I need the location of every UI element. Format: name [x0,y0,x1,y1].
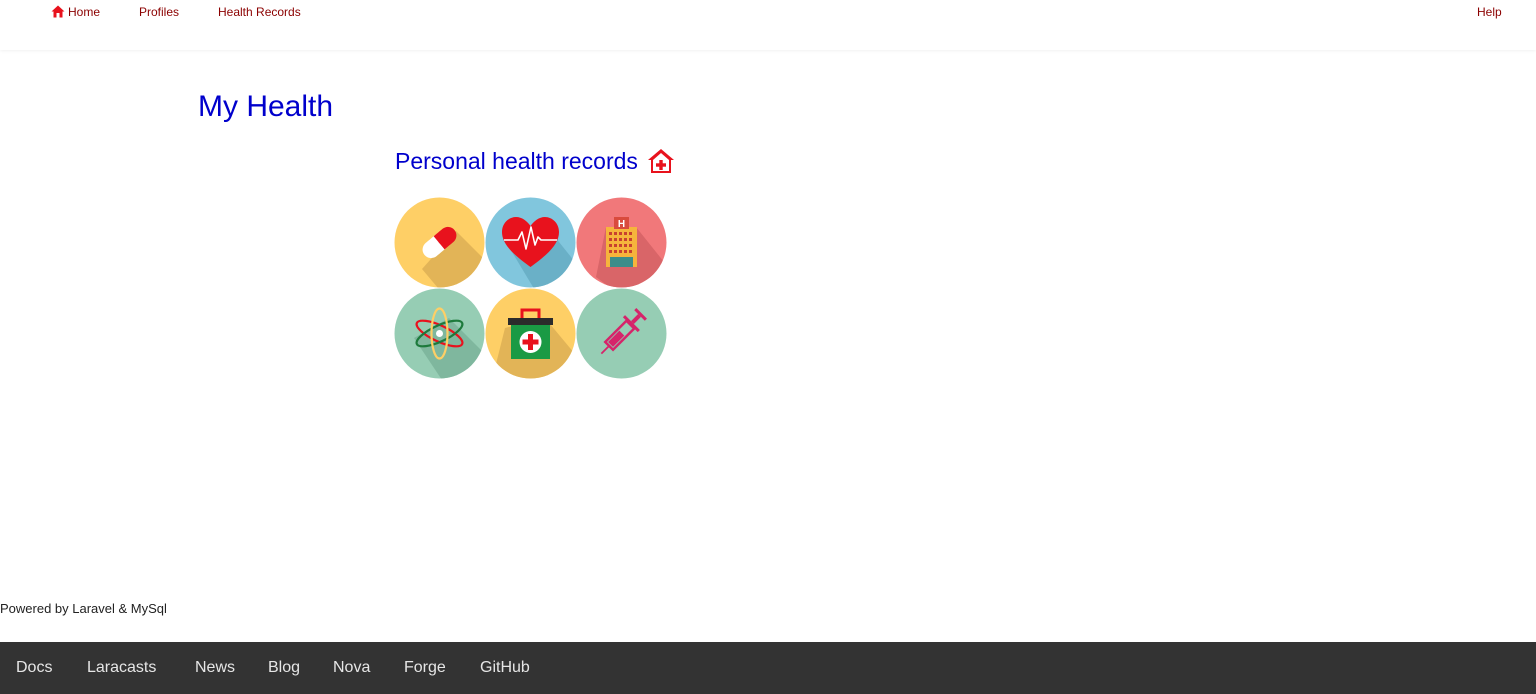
atom-icon [394,288,485,379]
footer-link-laracasts[interactable]: Laracasts [87,659,156,677]
house-icon [51,5,65,18]
syringe-icon [576,288,667,379]
tile-hospital[interactable]: H [576,197,667,288]
svg-text:H: H [618,219,625,230]
heartbeat-icon [485,197,576,288]
hospital-house-icon [647,148,675,174]
nav-home-link[interactable]: Home [51,5,100,19]
powered-by-text: Powered by Laravel & MySql [0,601,167,616]
pill-icon [394,197,485,288]
page-title: My Health [198,90,334,123]
section-title: Personal health records [395,146,675,176]
nav-home-label: Home [68,5,101,19]
hospital-icon: H [576,197,667,288]
first-aid-kit-icon [485,288,576,379]
tile-heartbeat[interactable] [485,197,576,288]
tile-first-aid[interactable] [485,288,576,379]
footer-link-blog[interactable]: Blog [268,659,300,677]
footer-link-nova[interactable]: Nova [333,659,370,677]
health-icon-grid: H [394,197,668,379]
footer-link-docs[interactable]: Docs [16,659,52,677]
footer-bar: Docs Laracasts News Blog Nova Forge GitH… [0,642,1536,694]
footer-link-forge[interactable]: Forge [404,659,446,677]
tile-atom[interactable] [394,288,485,379]
footer-link-news[interactable]: News [195,659,235,677]
tile-pill[interactable] [394,197,485,288]
section-title-text: Personal health records [395,148,638,174]
top-navbar: Home Profiles Health Records Help [0,0,1536,50]
nav-profiles-link[interactable]: Profiles [139,5,179,19]
tile-syringe[interactable] [576,288,667,379]
nav-help-link[interactable]: Help [1477,5,1502,19]
nav-health-records-link[interactable]: Health Records [218,5,301,19]
footer-link-github[interactable]: GitHub [480,659,530,677]
